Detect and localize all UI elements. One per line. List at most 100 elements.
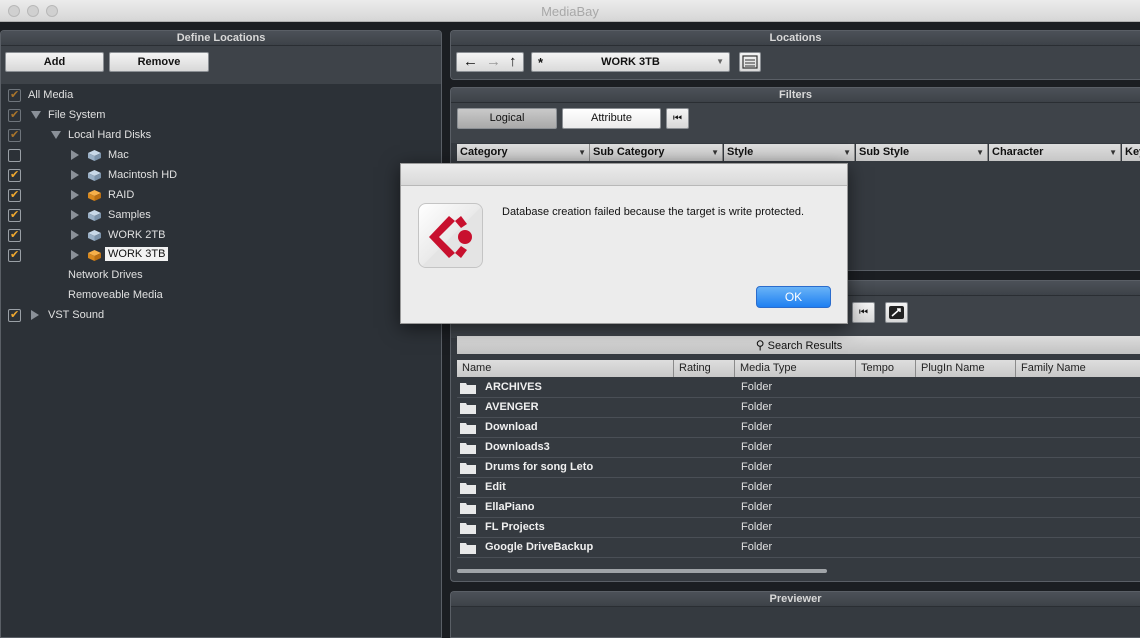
ok-button[interactable]: OK	[756, 286, 831, 308]
shuffle-button[interactable]	[885, 302, 908, 323]
table-row[interactable]: EllaPiano Folder	[457, 498, 1140, 518]
expand-right-icon[interactable]	[71, 250, 79, 260]
expand-down-icon[interactable]	[31, 111, 41, 119]
table-row[interactable]: Drums for song Leto Folder	[457, 458, 1140, 478]
tree-item-label: Removeable Media	[68, 289, 163, 301]
previewer-panel: Previewer	[450, 591, 1140, 638]
shuffle-icon	[889, 306, 904, 319]
expand-right-icon[interactable]	[71, 210, 79, 220]
filter-column-header[interactable]: Style ▼	[724, 144, 855, 161]
logical-tab[interactable]: Logical	[457, 108, 557, 129]
reset-filters-button[interactable]: ⏮	[666, 108, 689, 129]
row-name: Drums for song Leto	[485, 461, 594, 473]
table-row[interactable]: FL Projects Folder	[457, 518, 1140, 538]
orange-disk-icon	[87, 249, 102, 262]
tree-item-checkbox[interactable]	[8, 308, 21, 322]
tree-item[interactable]: WORK 3TB	[1, 246, 441, 266]
tree-item[interactable]: Macintosh HD	[1, 166, 441, 186]
chevron-down-icon: ▼	[716, 57, 724, 66]
folder-icon	[460, 543, 476, 554]
tree-item-checkbox[interactable]	[8, 128, 21, 142]
tree-item[interactable]: Removeable Media	[1, 286, 441, 306]
filter-column-header[interactable]: Sub Category ▼	[590, 144, 723, 161]
tree-item-checkbox[interactable]	[8, 248, 21, 262]
filter-column-label: Sub Category	[593, 146, 665, 158]
row-name: EllaPiano	[485, 501, 535, 513]
folder-icon	[460, 383, 476, 394]
results-column-header[interactable]: Tempo	[856, 360, 916, 377]
tree-item-checkbox[interactable]	[8, 228, 21, 242]
tree-item[interactable]: Local Hard Disks	[1, 126, 441, 146]
blue-disk-icon	[87, 229, 102, 242]
tree-item[interactable]: Mac	[1, 146, 441, 166]
tree-item-label: Local Hard Disks	[68, 129, 152, 141]
tree-item-label: VST Sound	[48, 309, 105, 321]
attribute-tab[interactable]: Attribute	[562, 108, 661, 129]
expand-right-icon[interactable]	[71, 150, 79, 160]
locations-header: Locations	[451, 31, 1140, 46]
tree-item[interactable]: WORK 2TB	[1, 226, 441, 246]
tree-item-label: All Media	[28, 89, 74, 101]
tree-item-label: WORK 2TB	[108, 229, 166, 241]
results-column-header[interactable]: Family Name	[1016, 360, 1140, 377]
tree-item[interactable]: All Media	[1, 86, 441, 106]
up-arrow-icon[interactable]: ↑	[509, 53, 517, 71]
tree-item-checkbox[interactable]	[8, 208, 21, 222]
filter-column-header[interactable]: Category ▼	[457, 144, 590, 161]
back-arrow-icon[interactable]: ←	[463, 53, 478, 71]
table-row[interactable]: Google DriveBackup Folder	[457, 538, 1140, 558]
expand-right-icon[interactable]	[71, 190, 79, 200]
window-title: MediaBay	[541, 4, 599, 19]
results-column-header[interactable]: Media Type	[735, 360, 856, 377]
tree-item[interactable]: Samples	[1, 206, 441, 226]
blue-disk-icon	[87, 149, 102, 162]
row-media-type: Folder	[741, 541, 773, 553]
location-select[interactable]: * WORK 3TB ▼	[531, 52, 730, 72]
define-locations-panel: Define Locations Add Remove All Media Fil…	[0, 30, 442, 638]
results-column-header[interactable]: Name	[457, 360, 674, 377]
tree-item-label: File System	[48, 109, 106, 121]
tree-item-checkbox[interactable]	[8, 149, 21, 162]
row-name: ARCHIVES	[485, 381, 542, 393]
horizontal-scrollbar[interactable]	[457, 569, 827, 573]
expand-right-icon[interactable]	[71, 230, 79, 240]
filter-column-header[interactable]: Sub Style ▼	[856, 144, 988, 161]
tree-item-label: Samples	[108, 209, 151, 221]
row-name: Edit	[485, 481, 506, 493]
tree-item[interactable]: VST Sound	[1, 306, 441, 326]
tree-item-checkbox[interactable]	[8, 108, 21, 122]
results-column-header[interactable]: Rating	[674, 360, 735, 377]
filter-column-label: Category	[460, 146, 508, 158]
table-row[interactable]: ARCHIVES Folder	[457, 378, 1140, 398]
expand-right-icon[interactable]	[71, 170, 79, 180]
tree-item-checkbox[interactable]	[8, 188, 21, 202]
tree-item-label: Mac	[108, 149, 129, 161]
rewind-results-button[interactable]: ⏮	[852, 302, 875, 323]
tree-item-checkbox[interactable]	[8, 168, 21, 182]
error-dialog: Database creation failed because the tar…	[400, 163, 848, 324]
tree-item[interactable]: Network Drives	[1, 266, 441, 286]
browse-folder-button[interactable]	[739, 52, 761, 72]
table-row[interactable]: Downloads3 Folder	[457, 438, 1140, 458]
table-row[interactable]: Download Folder	[457, 418, 1140, 438]
folder-icon	[460, 523, 476, 534]
filter-column-header[interactable]: Character ▼	[989, 144, 1121, 161]
tree-item-label: WORK 3TB	[105, 247, 169, 261]
title-bar: MediaBay	[0, 0, 1140, 22]
tree-item[interactable]: File System	[1, 106, 441, 126]
remove-button[interactable]: Remove	[109, 52, 209, 72]
add-button[interactable]: Add	[5, 52, 104, 72]
results-column-header[interactable]: PlugIn Name	[916, 360, 1016, 377]
tree-item[interactable]: RAID	[1, 186, 441, 206]
forward-arrow-icon[interactable]: →	[486, 53, 501, 71]
expand-right-icon[interactable]	[31, 310, 39, 320]
table-row[interactable]: Edit Folder	[457, 478, 1140, 498]
table-row[interactable]: AVENGER Folder	[457, 398, 1140, 418]
chevron-down-icon: ▼	[1109, 148, 1117, 157]
blue-disk-icon	[87, 209, 102, 222]
filter-column-header[interactable]: Key	[1122, 144, 1140, 161]
expand-down-icon[interactable]	[51, 131, 61, 139]
blue-disk-icon	[87, 169, 102, 182]
search-results-bar[interactable]: ⚲ Search Results	[457, 336, 1140, 354]
tree-item-checkbox[interactable]	[8, 88, 21, 102]
